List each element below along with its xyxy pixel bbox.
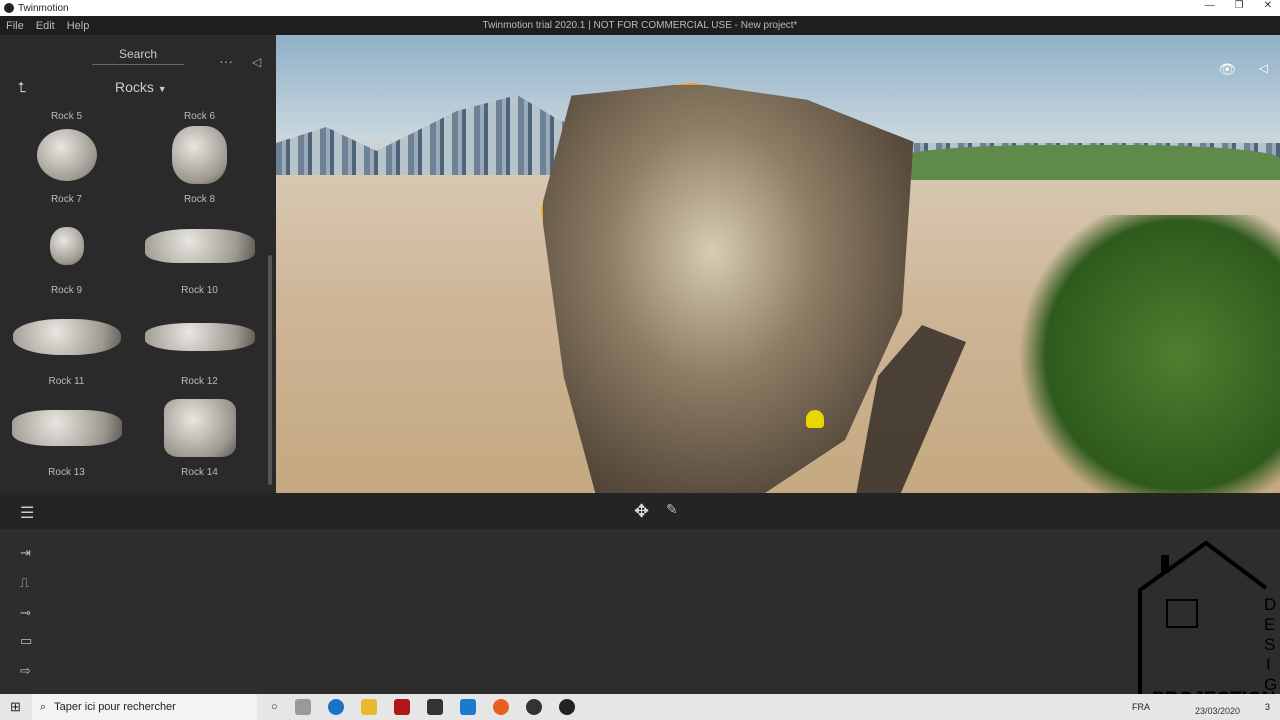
move-icon[interactable]: ✥ [634,501,649,522]
settings-icon[interactable]: ⎍ [20,575,29,591]
twinmotion-logo-icon [4,3,14,13]
search-input[interactable]: Search [92,47,184,65]
rock-thumbnail [49,227,84,265]
windows-taskbar: ⊞ ⌕ Taper ici pour rechercher ○ FRA 23/0… [0,694,1280,720]
svg-text:G: G [1264,675,1277,694]
watermark-logo: PROJECTION D E S I G [1138,540,1277,705]
collapse-right-icon[interactable]: ◁ [1259,61,1268,75]
asset-label: Rock 10 [181,285,218,296]
asset-label: Rock 5 [50,111,83,122]
asset-label: Rock 12 [181,376,218,387]
3d-viewport[interactable]: 👁 ◁ [276,35,1280,493]
more-options-icon[interactable]: ··· [219,53,233,69]
menu-file[interactable]: File [6,20,24,32]
collapse-panel-icon[interactable]: ◁ [252,55,261,69]
windows-start-icon[interactable]: ⊞ [10,699,21,715]
asset-item[interactable]: Rock 14 [133,397,266,478]
store-icon[interactable] [426,699,443,715]
maximize-button[interactable]: ❐ [1235,0,1244,11]
eyedropper-icon[interactable]: ✎ [666,501,678,518]
asset-item[interactable]: Rock 6 [133,111,266,122]
taskbar-search-placeholder: Taper ici pour rechercher [54,701,176,713]
category-dropdown[interactable]: Rocks ▼ [115,79,167,95]
svg-text:I: I [1266,655,1271,674]
menu-help[interactable]: Help [67,20,90,32]
asset-item[interactable]: Rock 5 [0,111,133,122]
eye-icon[interactable]: 👁 [1218,61,1236,78]
task-view-icon[interactable] [294,699,311,715]
menu-bar: File Edit Help Twinmotion trial 2020.1 |… [0,16,1280,35]
dock-panel: ⇥ ⎍ ⊸ ▭ ⇨ [0,529,1280,694]
firefox-icon[interactable] [492,699,509,715]
close-button[interactable]: ✕ [1264,0,1272,11]
unity-icon[interactable] [525,699,542,715]
toolbar: ☰ ✥ ✎ [0,493,1280,529]
twinmotion-icon[interactable] [558,699,575,715]
rock-thumbnail [36,129,97,181]
minimize-button[interactable]: — [1205,0,1215,11]
clock-date[interactable]: 23/03/2020 [1195,696,1240,716]
media-icon[interactable]: ▭ [20,633,32,649]
taskbar-search[interactable]: ⌕ Taper ici pour rechercher [32,694,257,720]
asset-item[interactable]: Rock 7 [0,124,133,205]
rock-thumbnail [11,410,122,446]
scrollbar[interactable] [268,255,272,485]
path-icon[interactable]: ⊸ [20,605,31,621]
cortana-icon[interactable]: ○ [271,701,278,713]
rock-thumbnail [163,399,236,457]
rock-thumbnail [144,323,255,351]
asset-label: Rock 11 [48,376,85,387]
mail-icon[interactable] [459,699,476,715]
back-arrow-icon[interactable]: ⮤ [18,79,26,96]
svg-text:S: S [1264,635,1275,654]
export-icon[interactable]: ⇨ [20,663,31,679]
asset-item[interactable]: Rock 9 [0,215,133,296]
selected-rock[interactable] [541,83,914,493]
search-icon: ⌕ [40,700,47,713]
window-titlebar: Twinmotion — ❐ ✕ [0,0,1280,16]
menu-icon[interactable]: ☰ [20,503,34,523]
asset-label: Rock 14 [181,467,218,478]
rock-thumbnail [12,319,121,355]
asset-label: Rock 7 [50,194,83,205]
svg-text:D: D [1264,595,1276,614]
tree-line [896,145,1280,180]
date-text: 23/03/2020 [1194,706,1240,716]
bush [1006,215,1280,493]
rock-thumbnail [144,229,255,263]
asset-item[interactable]: Rock 8 [133,124,266,205]
svg-text:E: E [1264,615,1275,634]
menu-edit[interactable]: Edit [36,20,55,32]
import-icon[interactable]: ⇥ [20,545,31,561]
asset-label: Rock 6 [183,111,216,122]
asset-item[interactable]: Rock 12 [133,306,266,387]
library-panel: Search ··· ◁ ⮤ Rocks ▼ Rock 5 Rock 6 Rock … [0,35,276,493]
file-explorer-icon[interactable] [360,699,377,715]
asset-label: Rock 8 [183,194,216,205]
asset-item[interactable]: Rock 11 [0,306,133,387]
asset-item[interactable]: Rock 13 [0,397,133,478]
asset-label: Rock 13 [48,467,85,478]
app-icon[interactable] [393,699,410,715]
rock-thumbnail [172,126,227,184]
language-indicator[interactable]: FRA [1132,702,1150,712]
notification-center-icon[interactable]: 3 [1265,702,1270,712]
window-title: Twinmotion [18,2,69,14]
app-title: Twinmotion trial 2020.1 | NOT FOR COMMER… [482,20,798,31]
asset-item[interactable]: Rock 10 [133,215,266,296]
asset-label: Rock 9 [50,285,83,296]
edge-icon[interactable] [327,699,344,715]
category-label: Rocks [115,79,154,95]
gizmo-handle[interactable] [806,410,824,428]
chevron-down-icon: ▼ [157,84,167,94]
